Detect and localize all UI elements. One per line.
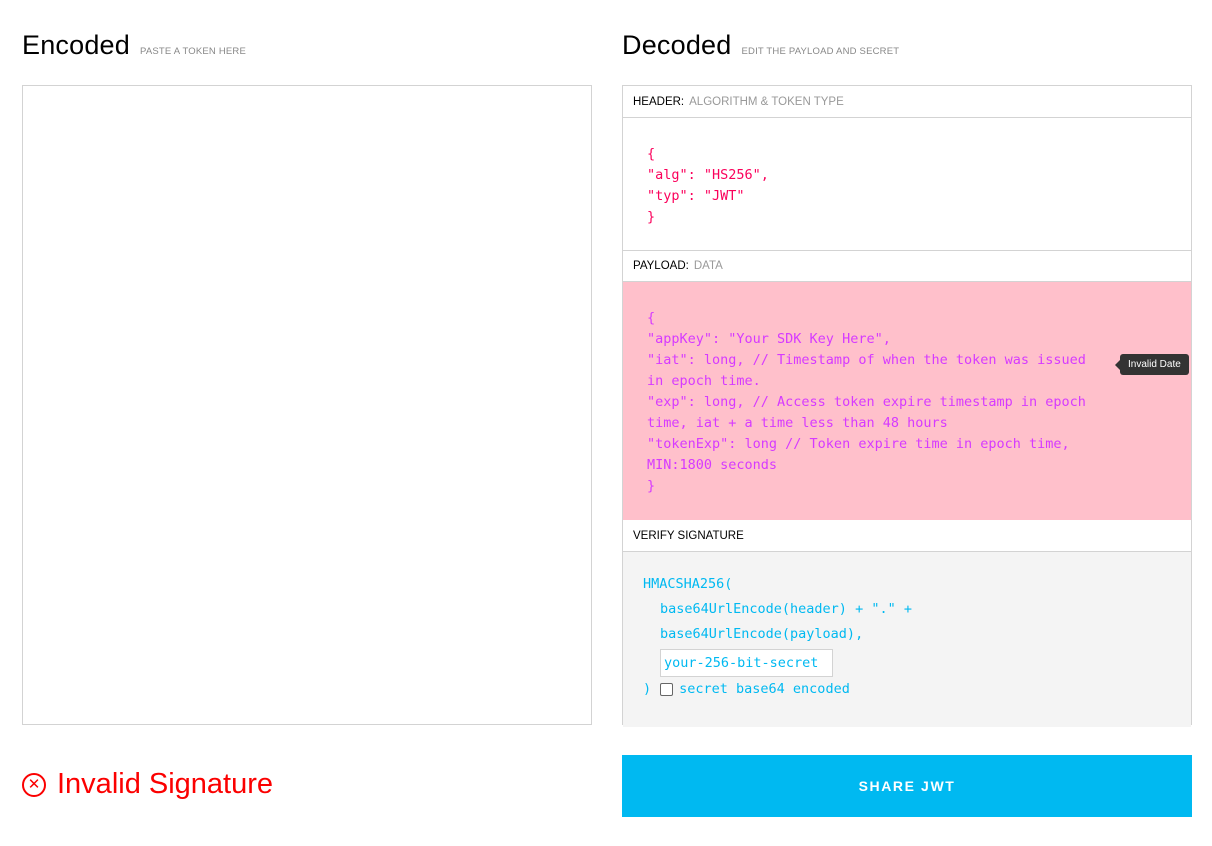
payload-editor[interactable]: { "appKey": "Your SDK Key Here", "iat": … — [623, 282, 1191, 520]
encoded-heading: Encoded PASTE A TOKEN HERE — [22, 30, 246, 61]
decoded-subtitle: EDIT THE PAYLOAD AND SECRET — [741, 46, 900, 57]
encoded-title: Encoded — [22, 30, 130, 60]
payload-section-heading: PAYLOAD: DATA — [623, 250, 1191, 282]
base64-checkbox[interactable] — [660, 682, 674, 696]
verify-close-paren: ) — [643, 681, 652, 697]
verify-close-line: ) secret base64 encoded — [643, 681, 1171, 697]
header-section-heading: HEADER: ALGORITHM & TOKEN TYPE — [623, 86, 1191, 118]
payload-label: PAYLOAD: — [633, 260, 689, 272]
decoded-panel: HEADER: ALGORITHM & TOKEN TYPE { "alg": … — [622, 85, 1192, 727]
header-editor[interactable]: { "alg": "HS256", "typ": "JWT" } — [623, 118, 1191, 250]
signature-status: ✕ Invalid Signature — [22, 768, 273, 801]
signature-status-text: Invalid Signature — [57, 768, 274, 800]
verify-section-heading: VERIFY SIGNATURE — [623, 520, 1191, 552]
verify-function: HMACSHA256( — [643, 576, 733, 592]
encoded-subtitle: PASTE A TOKEN HERE — [140, 46, 247, 57]
decoded-heading: Decoded EDIT THE PAYLOAD AND SECRET — [622, 30, 899, 61]
header-label: HEADER: — [633, 95, 685, 108]
payload-code: { "appKey": "Your SDK Key Here", "iat": … — [647, 310, 1086, 494]
payload-hint: DATA — [693, 260, 723, 272]
invalid-date-tooltip: Invalid Date — [1115, 354, 1189, 375]
header-code: { "alg": "HS256", "typ": "JWT" } — [647, 146, 769, 225]
close-circle-icon: ✕ — [22, 772, 46, 797]
encoded-token-editor[interactable] — [22, 85, 592, 725]
verify-label: VERIFY SIGNATURE — [633, 529, 744, 542]
verify-payload-expr: base64UrlEncode(payload), — [660, 626, 864, 642]
header-hint: ALGORITHM & TOKEN TYPE — [689, 95, 844, 108]
decoded-title: Decoded — [622, 30, 732, 60]
base64-checkbox-label[interactable]: secret base64 encoded — [679, 681, 850, 697]
verify-header-expr: base64UrlEncode(header) + "." + — [660, 601, 912, 617]
share-jwt-button[interactable]: SHARE JWT — [622, 755, 1192, 817]
verify-signature-body: HMACSHA256( base64UrlEncode(header) + ".… — [623, 552, 1191, 727]
secret-input[interactable] — [660, 649, 833, 677]
